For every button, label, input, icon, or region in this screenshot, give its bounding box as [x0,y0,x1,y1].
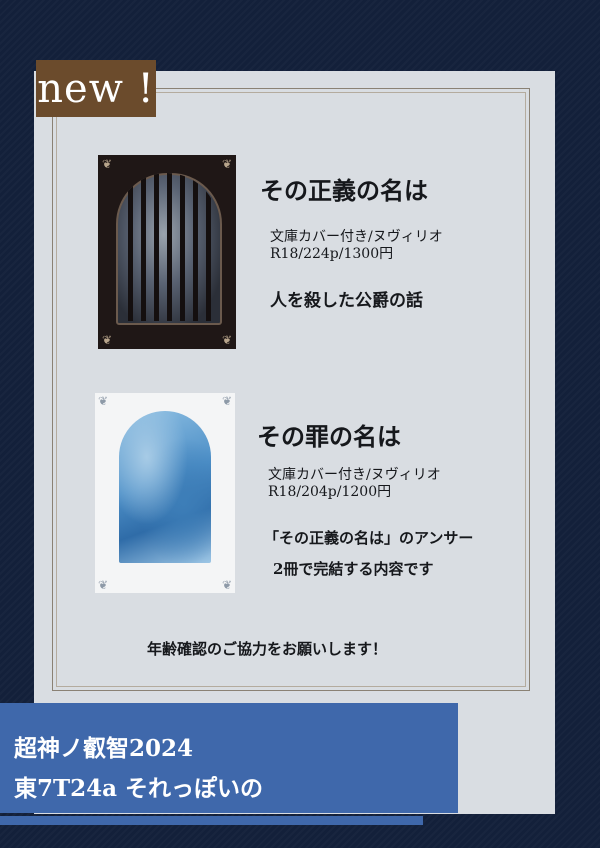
new-badge-label: new ! [37,65,155,112]
ornament-icon: ❦ [221,578,232,592]
ornament-icon: ❦ [98,394,109,408]
ornament-icon: ❦ [102,333,113,347]
ornament-icon: ❦ [102,157,113,171]
book1-format: 文庫カバー付き/ヌヴィリオ [270,229,443,245]
footer-stripe [0,816,423,825]
book2-format: 文庫カバー付き/ヌヴィリオ [268,467,441,483]
book1-blurb: 人を殺した公爵の話 [270,291,423,311]
event-name: 超神ノ叡智2024 [14,735,194,762]
ornament-icon: ❦ [221,333,232,347]
book2-specs: R18/204p/1200円 [268,484,392,500]
ornament-icon: ❦ [221,157,232,171]
book2-blurb-line2: 2冊で完結する内容です [273,560,434,578]
book2-cover-image: ❦ ❦ ❦ ❦ [95,393,235,593]
cover-bars [116,173,218,321]
age-check-notice: 年齢確認のご協力をお願いします！ [147,640,388,658]
book1-specs: R18/224p/1300円 [270,246,394,262]
ornament-icon: ❦ [98,578,109,592]
book1-title: その正義の名は [260,176,428,205]
cover-arch [119,411,211,563]
book1-cover-image: ❦ ❦ ❦ ❦ [98,155,236,349]
new-badge: new ! [36,60,156,117]
ornament-icon: ❦ [221,394,232,408]
book2-title: その罪の名は [257,422,401,451]
book2-blurb-line1: 「その正義の名は」のアンサー [264,529,474,547]
booth-info: 東7T24a それっぽいの [14,775,264,802]
footer-band: 超神ノ叡智2024 東7T24a それっぽいの [0,703,458,813]
